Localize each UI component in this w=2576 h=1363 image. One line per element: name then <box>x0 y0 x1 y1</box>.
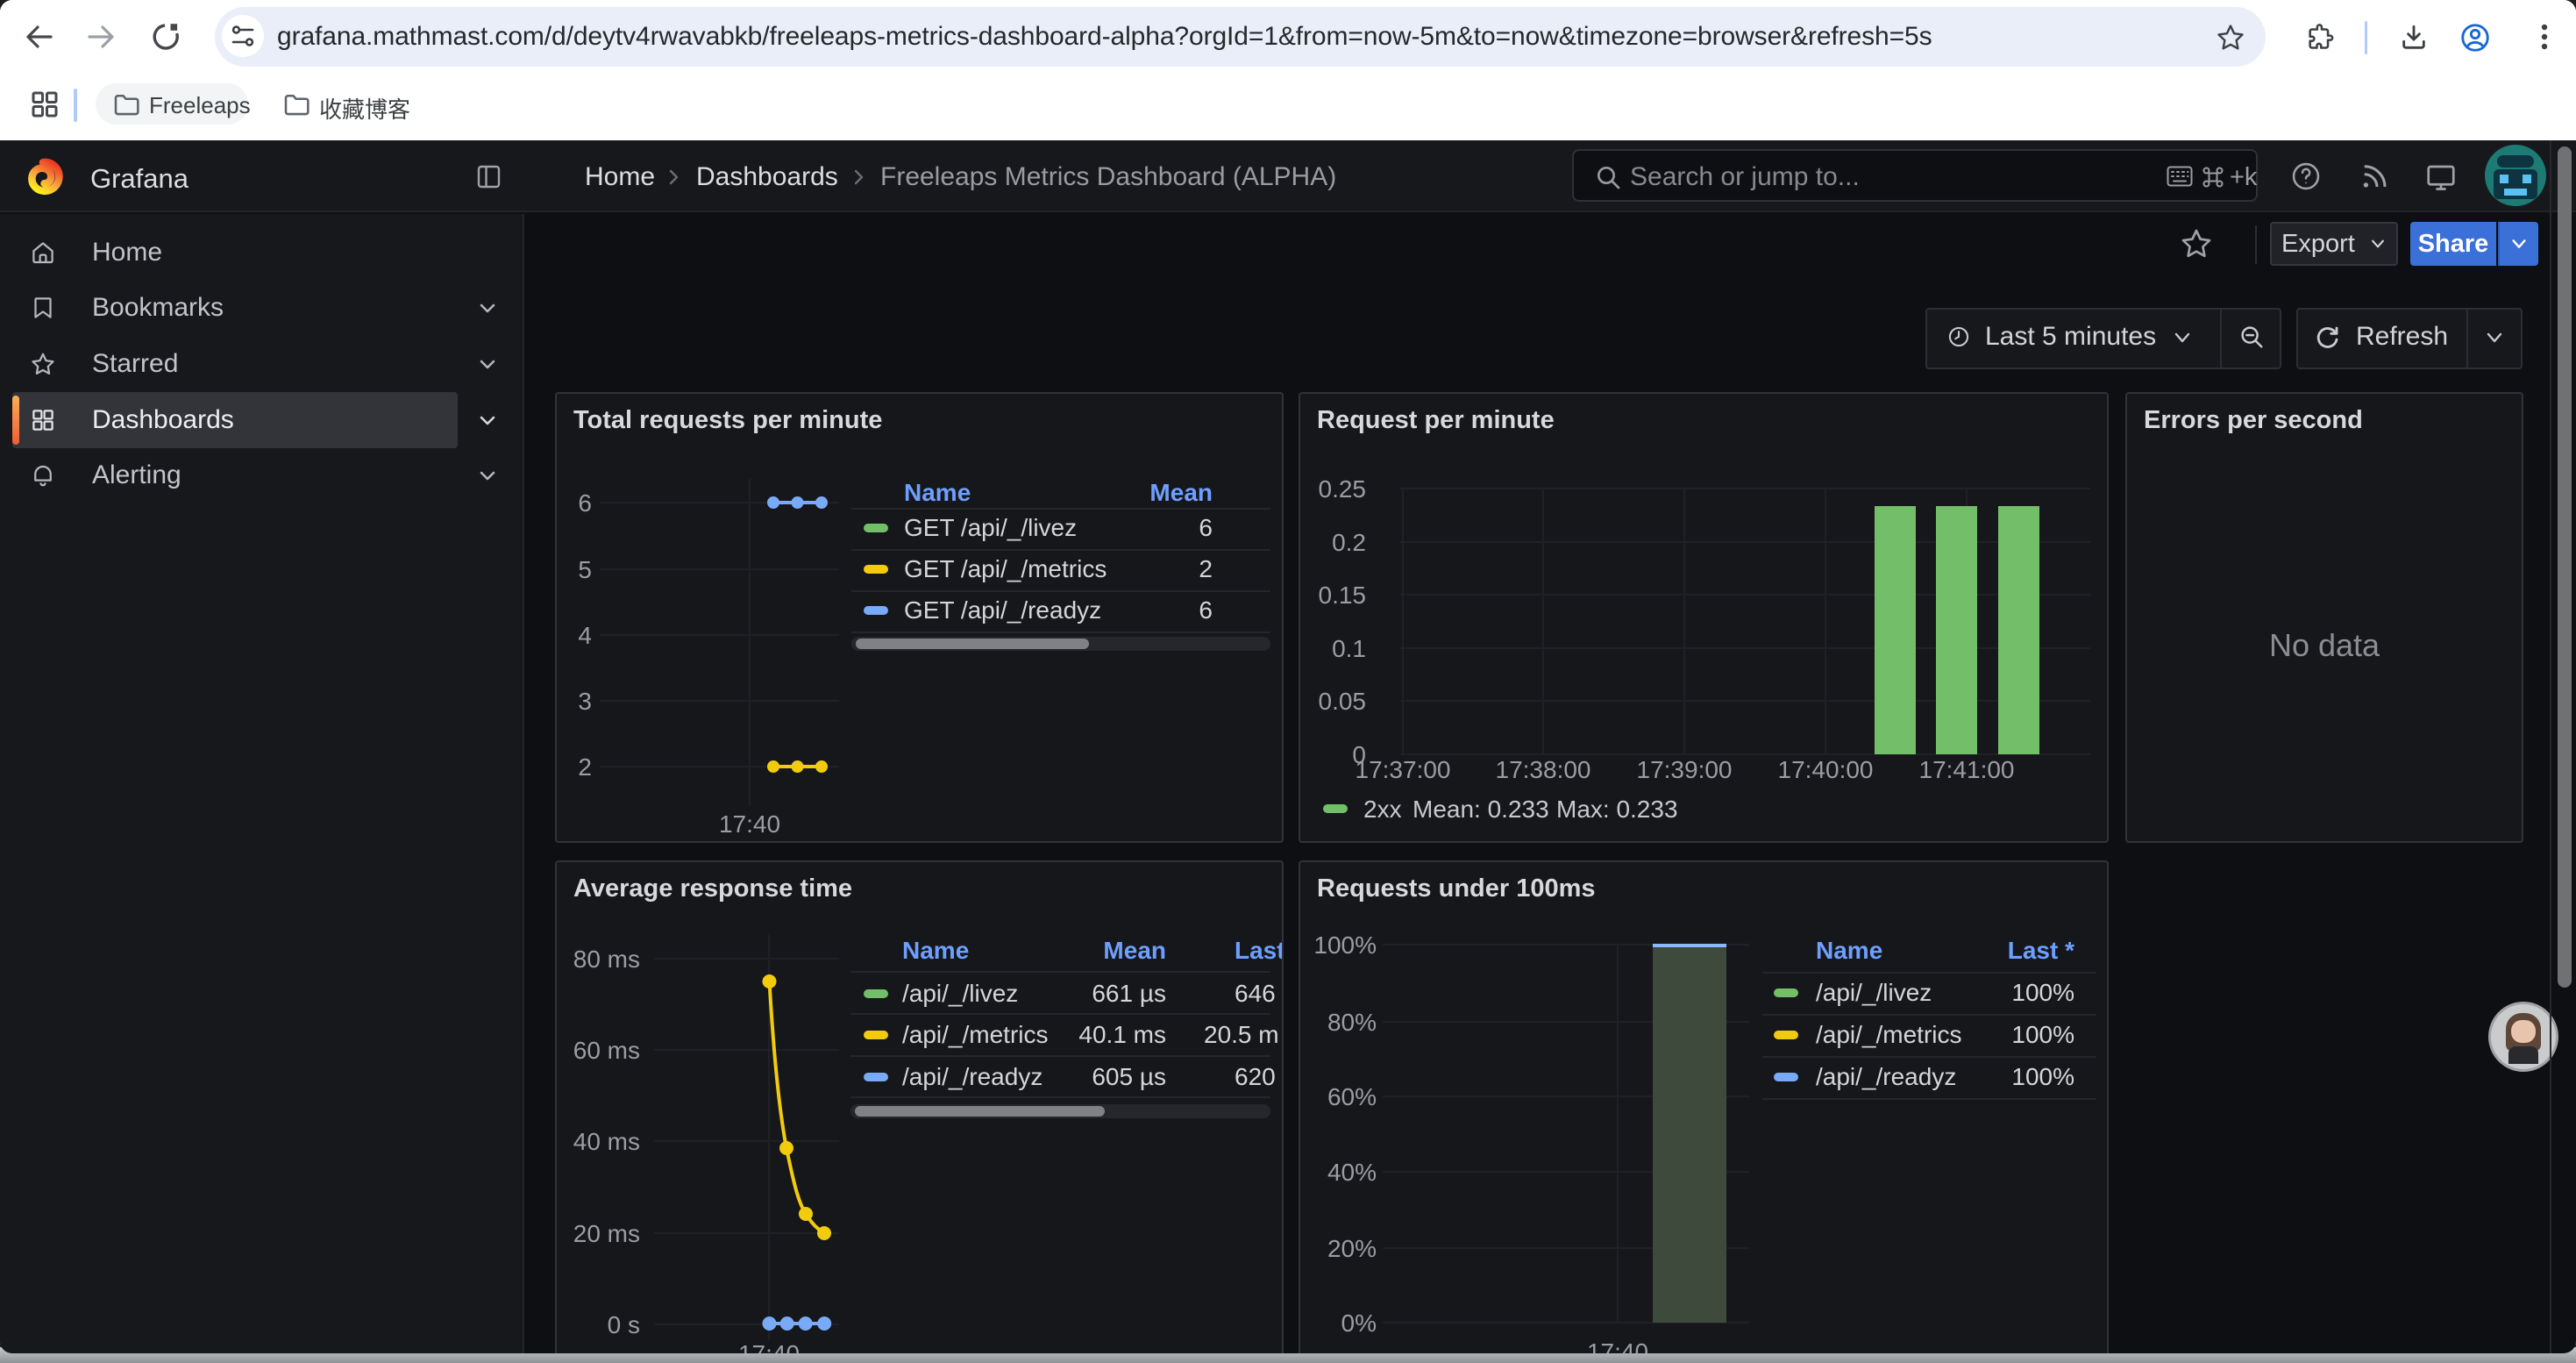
svg-text:17:40: 17:40 <box>738 1340 800 1353</box>
svg-text:60%: 60% <box>1327 1083 1377 1110</box>
svg-text:0 s: 0 s <box>608 1311 640 1338</box>
svg-text:40%: 40% <box>1327 1159 1377 1186</box>
svg-text:17:37:00: 17:37:00 <box>1356 756 1451 783</box>
svg-text:80%: 80% <box>1327 1009 1377 1036</box>
svg-text:20 ms: 20 ms <box>573 1220 640 1247</box>
svg-text:0%: 0% <box>1341 1309 1377 1337</box>
svg-text:4: 4 <box>578 622 592 649</box>
svg-text:6: 6 <box>578 489 592 517</box>
svg-text:100%: 100% <box>1313 931 1377 959</box>
svg-text:0.1: 0.1 <box>1332 635 1366 662</box>
svg-text:3: 3 <box>578 688 592 715</box>
svg-text:60 ms: 60 ms <box>573 1037 640 1064</box>
svg-text:20%: 20% <box>1327 1235 1377 1262</box>
svg-text:17:38:00: 17:38:00 <box>1496 756 1591 783</box>
svg-text:0.2: 0.2 <box>1332 529 1366 556</box>
svg-text:0.05: 0.05 <box>1319 688 1367 715</box>
svg-text:2: 2 <box>578 753 592 781</box>
svg-text:0.25: 0.25 <box>1319 475 1367 503</box>
svg-text:5: 5 <box>578 556 592 583</box>
svg-text:17:39:00: 17:39:00 <box>1637 756 1733 783</box>
svg-text:80 ms: 80 ms <box>573 946 640 973</box>
svg-text:17:40:00: 17:40:00 <box>1778 756 1874 783</box>
svg-text:0.15: 0.15 <box>1319 582 1367 609</box>
svg-text:17:41:00: 17:41:00 <box>1919 756 2015 783</box>
svg-text:17:40: 17:40 <box>719 810 780 838</box>
svg-text:40 ms: 40 ms <box>573 1128 640 1155</box>
svg-text:17:40: 17:40 <box>1587 1338 1648 1353</box>
